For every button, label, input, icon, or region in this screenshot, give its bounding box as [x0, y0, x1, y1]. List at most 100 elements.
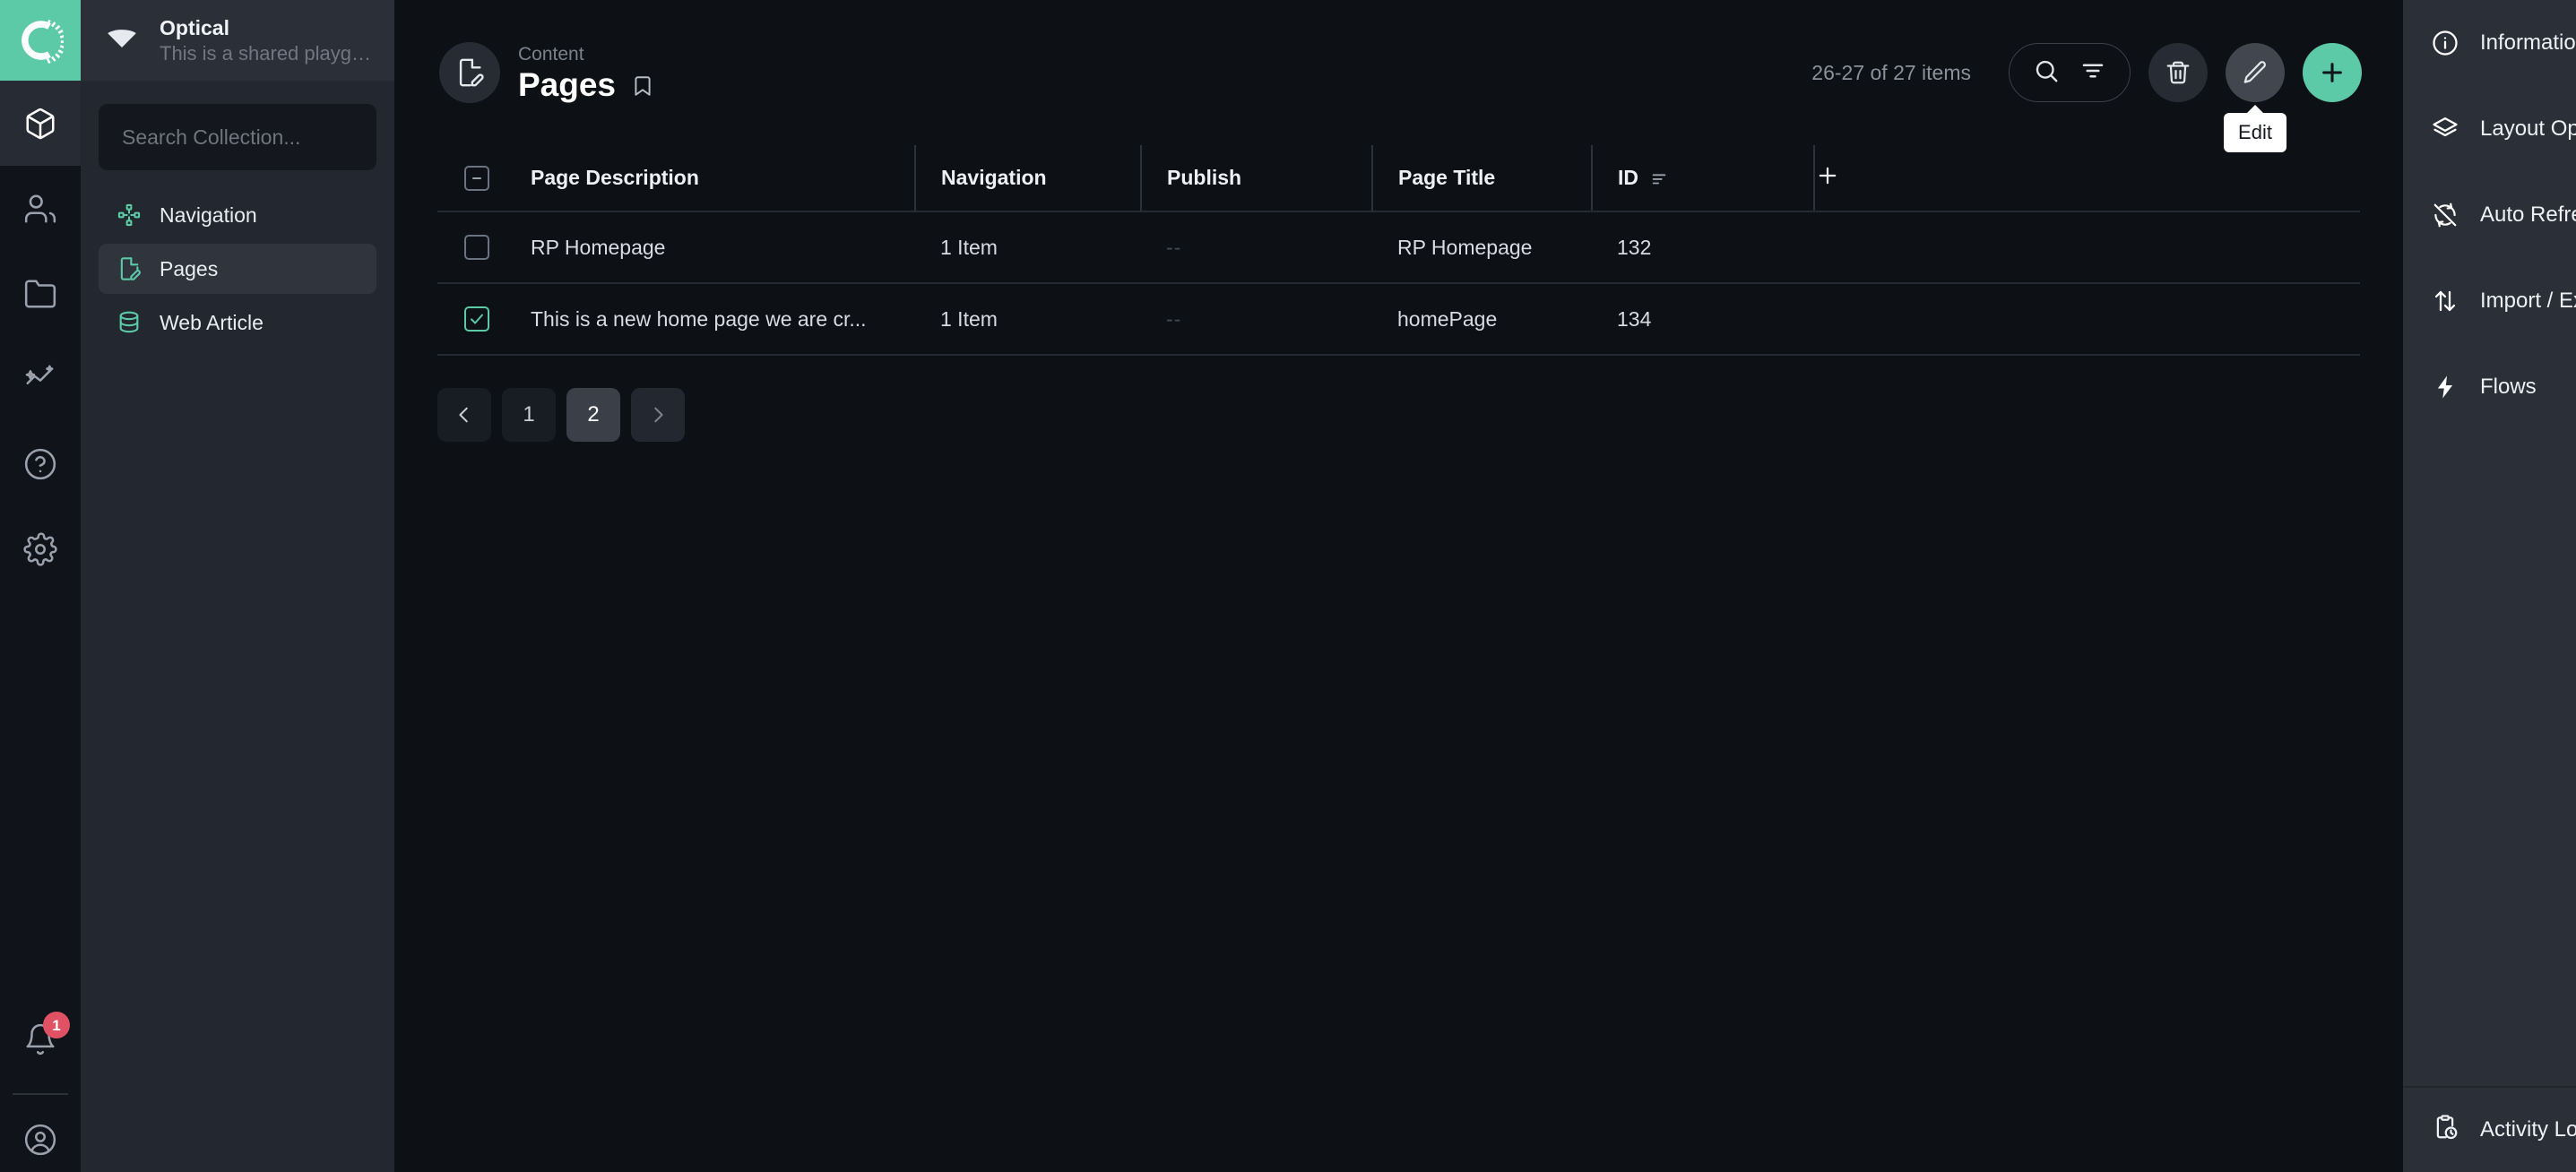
workspace-header[interactable]: Optical This is a shared playgr... — [81, 0, 394, 81]
settings-gear-icon — [23, 532, 57, 566]
app-root: 1 Optical This is a shared playgr... — [0, 0, 2576, 1172]
icon-rail: 1 — [0, 0, 81, 1172]
cell-value: homePage — [1397, 307, 1497, 332]
column-header-navigation[interactable]: Navigation — [915, 145, 1141, 211]
rail-item-account[interactable] — [0, 1107, 81, 1172]
cell-navigation: 1 Item — [915, 283, 1141, 355]
cell-page-description: This is a new home page we are cr... — [506, 283, 915, 355]
rail-item-collections[interactable] — [0, 81, 81, 166]
workspace-description: This is a shared playgr... — [160, 41, 371, 66]
page-edit-icon — [454, 57, 485, 88]
panel-section-layout-options[interactable]: Layout Options — [2403, 86, 2576, 172]
breadcrumb: Content — [518, 42, 654, 66]
cell-id: 132 — [1592, 211, 1814, 283]
pagination-next[interactable] — [631, 388, 685, 442]
help-icon — [23, 447, 57, 481]
add-item-button[interactable] — [2303, 43, 2362, 102]
edit-button[interactable] — [2226, 43, 2285, 102]
panel-section-auto-refresh[interactable]: Auto Refresh — [2403, 172, 2576, 258]
cell-value: -- — [1166, 236, 1181, 260]
sidebar-item-navigation[interactable]: Navigation — [99, 190, 376, 240]
rail-item-insights[interactable] — [0, 336, 81, 421]
navigation-nodes-icon — [117, 203, 142, 228]
row-checkbox[interactable] — [464, 306, 489, 332]
flows-bolt-icon — [2432, 374, 2459, 401]
select-all-checkbox[interactable] — [464, 166, 489, 191]
workspace-text: Optical This is a shared playgr... — [160, 15, 371, 65]
pagination-page-1[interactable]: 1 — [502, 388, 556, 442]
cell-publish: -- — [1141, 283, 1372, 355]
page-title: Pages — [518, 68, 616, 103]
filter-icon[interactable] — [2079, 57, 2106, 89]
activity-log-label: Activity Log — [2480, 1117, 2576, 1142]
sidebar-item-pages[interactable]: Pages — [99, 244, 376, 294]
pagination-page-2[interactable]: 2 — [566, 388, 620, 442]
rail-item-files[interactable] — [0, 251, 81, 336]
right-panel: Information Layout Options — [2403, 0, 2576, 1172]
sidebar-item-label: Web Article — [160, 311, 264, 335]
table-head: Page Description Navigation Publish Page… — [437, 145, 2360, 211]
row-select-cell[interactable] — [437, 283, 506, 355]
sidebar-item-web-article[interactable]: Web Article — [99, 297, 376, 348]
column-header-id[interactable]: ID — [1592, 145, 1814, 211]
cell-id: 134 — [1592, 283, 1814, 355]
cell-empty — [1814, 211, 2360, 283]
cell-value: This is a new home page we are cr... — [531, 307, 867, 332]
layers-icon — [2432, 116, 2459, 142]
cube-icon — [23, 107, 57, 141]
pencil-icon — [2242, 59, 2269, 86]
table-row[interactable]: RP Homepage 1 Item -- RP Homepage 132 — [437, 211, 2360, 283]
panel-section-label: Flows — [2480, 375, 2576, 400]
conductor-logo[interactable] — [0, 0, 81, 81]
content-header: Content Pages 26-27 of 27 items — [394, 0, 2403, 145]
search-icon[interactable] — [2033, 57, 2060, 89]
column-header-publish[interactable]: Publish — [1141, 145, 1372, 211]
rail-item-users[interactable] — [0, 166, 81, 251]
column-label: ID — [1618, 166, 1638, 190]
add-column-header[interactable] — [1814, 145, 2360, 211]
activity-log-button[interactable]: Activity Log — [2403, 1086, 2576, 1172]
search-collection-box[interactable] — [99, 104, 376, 170]
select-all-header[interactable] — [437, 145, 506, 211]
column-label: Page Description — [531, 166, 699, 190]
chevron-left-icon — [454, 405, 474, 425]
rail-item-notifications[interactable]: 1 — [0, 999, 81, 1084]
cell-value: 1 Item — [940, 236, 998, 260]
page-avatar — [439, 42, 500, 103]
plus-icon[interactable] — [1815, 169, 1840, 193]
column-label: Publish — [1167, 166, 1241, 190]
notification-badge: 1 — [43, 1012, 70, 1038]
panel-section-label: Layout Options — [2480, 116, 2576, 142]
insights-icon — [23, 362, 57, 396]
sort-icon[interactable] — [1649, 168, 1669, 188]
rail-item-help[interactable] — [0, 421, 81, 506]
search-filter-pill[interactable] — [2009, 43, 2131, 102]
bookmark-icon[interactable] — [631, 74, 654, 98]
sidebar-item-label: Navigation — [160, 203, 257, 228]
chevron-right-icon — [648, 405, 668, 425]
column-header-page-description[interactable]: Page Description — [506, 145, 915, 211]
delete-button[interactable] — [2148, 43, 2208, 102]
search-collection-input[interactable] — [122, 125, 353, 150]
column-header-page-title[interactable]: Page Title — [1372, 145, 1592, 211]
panel-section-import-export[interactable]: Import / Export — [2403, 258, 2576, 344]
table-row[interactable]: This is a new home page we are cr... 1 I… — [437, 283, 2360, 355]
pages-table: Page Description Navigation Publish Page… — [437, 145, 2360, 356]
row-checkbox[interactable] — [464, 235, 489, 260]
workspace-cone-icon — [104, 21, 140, 61]
activity-log-icon — [2432, 1114, 2459, 1147]
cell-publish: -- — [1141, 211, 1372, 283]
bell-wrapper: 1 — [23, 1022, 57, 1061]
rail-item-settings[interactable] — [0, 506, 81, 591]
users-icon — [23, 192, 57, 226]
pagination-prev[interactable] — [437, 388, 491, 442]
title-block: Content Pages — [518, 42, 654, 103]
panel-section-flows[interactable]: Flows — [2403, 344, 2576, 430]
search-collection-wrapper — [81, 81, 394, 179]
cell-value: 134 — [1617, 307, 1651, 332]
cell-page-title: homePage — [1372, 283, 1592, 355]
row-select-cell[interactable] — [437, 211, 506, 283]
cell-value: RP Homepage — [1397, 236, 1532, 260]
panel-header-information[interactable]: Information — [2403, 0, 2576, 86]
pagination: 1 2 — [394, 356, 2403, 442]
